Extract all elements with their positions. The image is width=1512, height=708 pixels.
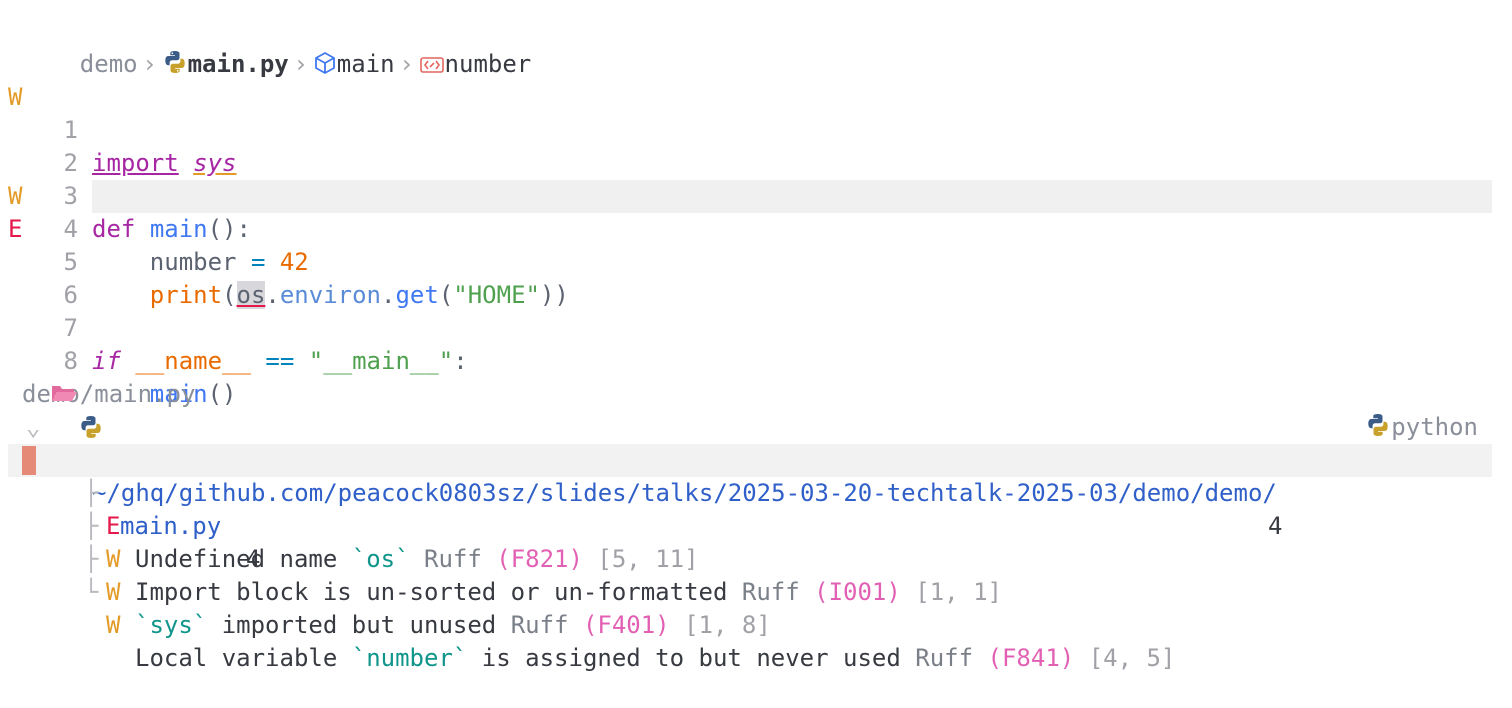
code-line-4[interactable]: W 4 number = 42	[0, 147, 1512, 276]
diagnostic-item[interactable]: └ W Local variable `number` is assigned …	[0, 543, 1512, 672]
diagnostic-item[interactable]: ├ W Import block is un-sorted or un-form…	[0, 477, 1512, 606]
code-line-1[interactable]: W 1 import sys	[0, 48, 1512, 177]
tree-dir-node[interactable]: ⌄ ~/ghq/github.com/peacock0803sz/slides/…	[0, 378, 1512, 540]
breadcrumb: demo › main.py › main › number	[0, 15, 1512, 78]
neovim-window: demo › main.py › main › number W 1 import sys …	[0, 0, 1512, 672]
code-line-3[interactable]: 3 def main():	[0, 114, 1512, 243]
folder-open-icon	[50, 381, 78, 414]
code-line-5[interactable]: E 5 print(os.environ.get("HOME"))	[0, 180, 1512, 309]
diagnostic-item[interactable]: ├ W `sys` imported but unused Ruff (F401…	[0, 510, 1512, 639]
severity-warning: W	[106, 611, 121, 639]
tree-file-node[interactable]: └ main.py 4	[0, 411, 1512, 573]
panel-header: demo/main.py python	[0, 345, 1512, 441]
severity-warning: W	[106, 578, 121, 606]
code-line-7[interactable]: 7 if __name__ == "__main__":	[0, 246, 1512, 375]
code-line-8[interactable]: 8 main()	[0, 279, 1512, 408]
code-line-6[interactable]: 6	[0, 213, 1512, 309]
code-line-2[interactable]: 2	[0, 81, 1512, 177]
diagnostic-item[interactable]: ├ E Undefined name `os` Ruff (F821) [5, …	[0, 444, 1512, 573]
